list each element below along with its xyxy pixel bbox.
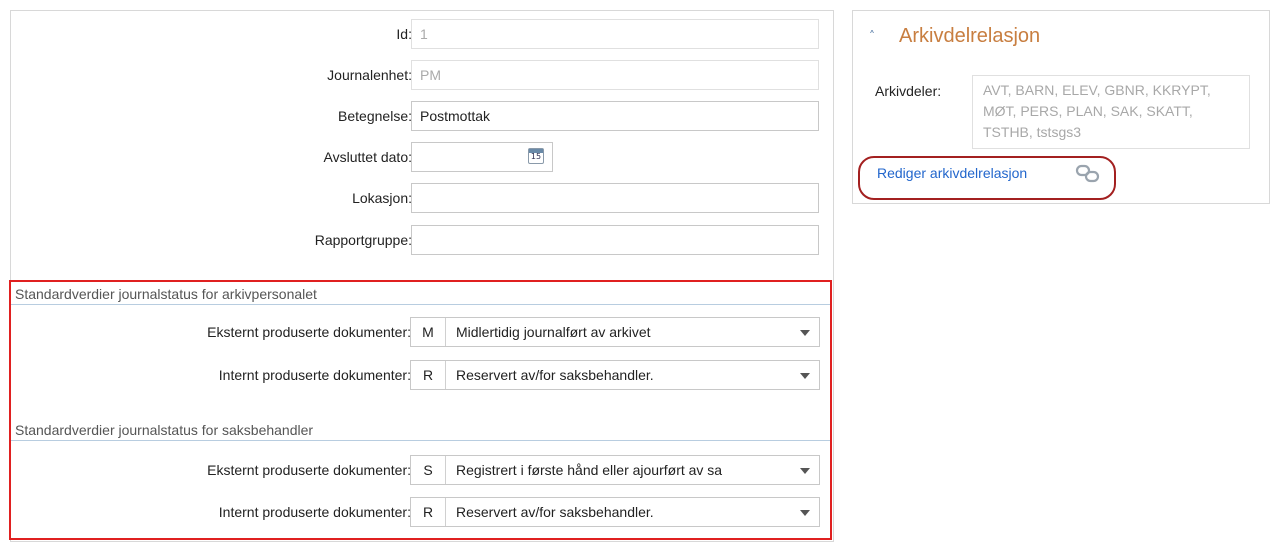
- arkivdeler-label: Arkivdeler:: [875, 83, 942, 99]
- arkivdeler-list: AVT, BARN, ELEV, GBNR, KKRYPT, MØT, PERS…: [972, 75, 1250, 149]
- rapportgruppe-row: Rapportgruppe:: [11, 225, 833, 255]
- saks-eksternt-label: Eksternt produserte dokumenter:: [207, 462, 411, 478]
- saksbehandler-section-title: Standardverdier journalstatus for saksbe…: [11, 419, 830, 441]
- dropdown-arrow-icon[interactable]: [800, 373, 810, 379]
- journalenhet-label: Journalenhet:: [327, 67, 412, 83]
- calendar-icon[interactable]: 15: [528, 148, 544, 164]
- arkiv-eksternt-select[interactable]: M Midlertidig journalført av arkivet: [410, 317, 820, 347]
- arkiv-eksternt-text: Midlertidig journalført av arkivet: [456, 324, 651, 340]
- avsluttet-dato-row: Avsluttet dato: 15: [11, 142, 833, 172]
- betegnelse-row: Betegnelse: Postmottak: [11, 101, 833, 131]
- rapportgruppe-input[interactable]: [411, 225, 819, 255]
- saks-eksternt-select[interactable]: S Registrert i første hånd eller ajourfø…: [410, 455, 820, 485]
- standard-values-highlight: Standardverdier journalstatus for arkivp…: [9, 280, 832, 540]
- arkiv-internt-label: Internt produserte dokumenter:: [218, 367, 411, 383]
- lokasjon-row: Lokasjon:: [11, 183, 833, 213]
- journalenhet-row: Journalenhet: PM: [11, 60, 833, 90]
- arkivdelrelasjon-title: Arkivdelrelasjon: [899, 25, 1041, 47]
- chevron-up-icon[interactable]: ˄: [869, 29, 875, 43]
- avsluttet-dato-label: Avsluttet dato:: [323, 149, 412, 165]
- betegnelse-input[interactable]: Postmottak: [411, 101, 819, 131]
- lokasjon-label: Lokasjon:: [352, 190, 412, 206]
- lokasjon-input[interactable]: [411, 183, 819, 213]
- calendar-icon-day: 15: [530, 152, 542, 161]
- arkiv-internt-select[interactable]: R Reservert av/for saksbehandler.: [410, 360, 820, 390]
- edit-link-highlight: [858, 156, 1116, 200]
- arkiv-eksternt-label: Eksternt produserte dokumenter:: [207, 324, 411, 340]
- dropdown-arrow-icon[interactable]: [800, 468, 810, 474]
- arkiv-internt-code: R: [411, 361, 446, 389]
- arkiv-internt-row: Internt produserte dokumenter: R Reserve…: [10, 360, 832, 390]
- saks-internt-label: Internt produserte dokumenter:: [218, 504, 411, 520]
- dropdown-arrow-icon[interactable]: [800, 330, 810, 336]
- rapportgruppe-label: Rapportgruppe:: [314, 232, 412, 248]
- saks-eksternt-row: Eksternt produserte dokumenter: S Regist…: [10, 455, 832, 485]
- id-field: 1: [411, 19, 819, 49]
- arkivpersonalet-section-title: Standardverdier journalstatus for arkivp…: [11, 283, 830, 305]
- saks-eksternt-text: Registrert i første hånd eller ajourført…: [456, 462, 723, 478]
- id-row: Id: 1: [11, 19, 833, 49]
- arkiv-eksternt-code: M: [411, 318, 446, 346]
- saks-eksternt-code: S: [411, 456, 446, 484]
- journalenhet-field: PM: [411, 60, 819, 90]
- arkiv-eksternt-row: Eksternt produserte dokumenter: M Midler…: [10, 317, 832, 347]
- dropdown-arrow-icon[interactable]: [800, 510, 810, 516]
- saks-internt-select[interactable]: R Reservert av/for saksbehandler.: [410, 497, 820, 527]
- id-label: Id:: [396, 26, 412, 42]
- arkiv-internt-text: Reservert av/for saksbehandler.: [456, 367, 654, 383]
- saks-internt-row: Internt produserte dokumenter: R Reserve…: [10, 497, 832, 527]
- betegnelse-label: Betegnelse:: [338, 108, 412, 124]
